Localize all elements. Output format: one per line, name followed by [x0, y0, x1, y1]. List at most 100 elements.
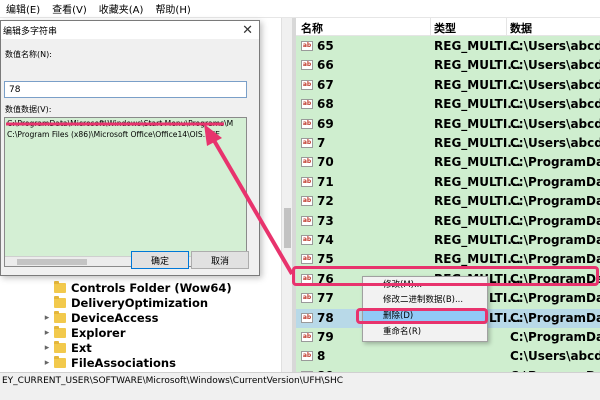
data-line: C:\Program Files (x86)\Microsoft Office\…	[7, 130, 220, 139]
chevron-right-icon[interactable]: ▸	[40, 358, 54, 368]
scrollbar-thumb[interactable]	[17, 259, 87, 265]
value-name: 69	[317, 116, 334, 131]
table-row[interactable]: ab 68 REG_MULTI...C:\Users\abcde\	[296, 95, 600, 114]
value-type: REG_MULTI...	[434, 77, 521, 92]
value-type: REG_MULTI...	[434, 136, 521, 150]
value-data: C:\Users\abcde\	[510, 58, 600, 73]
value-data: C:\ProgramData\	[510, 291, 600, 306]
menu-view[interactable]: 查看(V)	[46, 1, 93, 16]
tree-item-device-access[interactable]: ▸ DeviceAccess	[40, 310, 158, 325]
menu-edit[interactable]: 编辑(E)	[0, 1, 46, 16]
value-name: 7	[317, 136, 326, 150]
string-value-icon: ab	[301, 196, 313, 207]
value-data: C:\Users\abcde\	[510, 136, 600, 150]
tree-item-delivery-optimization[interactable]: DeliveryOptimization	[40, 295, 208, 310]
tree-item-label: Explorer	[71, 325, 126, 340]
value-data: C:\Users\abcde\	[510, 39, 600, 53]
tree-item-explorer[interactable]: ▸ Explorer	[40, 325, 126, 340]
value-data: C:\ProgramData\	[510, 252, 600, 267]
tree-item-label: Controls Folder (Wow64)	[71, 280, 232, 295]
value-data: C:\ProgramData\	[510, 213, 600, 228]
tree-item-label: Ext	[71, 340, 92, 355]
string-value-icon: ab	[301, 157, 313, 168]
string-value-icon: ab	[301, 312, 313, 323]
table-row[interactable]: ab 70 REG_MULTI...C:\ProgramData\	[296, 153, 600, 172]
column-header-type[interactable]: 类型	[434, 20, 456, 36]
chevron-right-icon[interactable]: ▸	[40, 313, 54, 323]
value-data: C:\ProgramData\	[510, 330, 600, 344]
edit-multi-string-dialog: 编辑多字符串 ✕ 数值名称(N): 数值数据(V): C:\ProgramDat…	[0, 20, 260, 276]
column-divider[interactable]	[506, 18, 507, 36]
menu-favorites[interactable]: 收藏夹(A)	[93, 1, 150, 16]
value-data: C:\Users\abcde\	[510, 97, 600, 112]
value-name: 8	[317, 349, 326, 364]
value-name-field[interactable]	[4, 81, 247, 98]
string-value-icon: ab	[301, 293, 313, 304]
column-divider[interactable]	[430, 18, 431, 36]
value-data: C:\Users\abcde\	[510, 116, 600, 131]
value-type: REG_MULTI...	[434, 39, 521, 53]
table-row[interactable]: ab 74 REG_MULTI...C:\ProgramData\	[296, 231, 600, 250]
ok-button[interactable]: 确定	[131, 251, 189, 269]
value-type: REG_MULTI...	[434, 233, 521, 247]
table-row[interactable]: ab 71 REG_MULTI...C:\ProgramData\	[296, 173, 600, 192]
tree-scrollbar[interactable]	[281, 18, 292, 372]
value-name: 72	[317, 194, 334, 209]
table-row[interactable]: ab 65 REG_MULTI...C:\Users\abcde\	[296, 37, 600, 56]
table-row[interactable]: ab 67 REG_MULTI...C:\Users\abcde\	[296, 76, 600, 95]
string-value-icon: ab	[301, 176, 313, 187]
string-value-icon: ab	[301, 254, 313, 265]
table-row[interactable]: ab 69 REG_MULTI...C:\Users\abcde\	[296, 115, 600, 134]
dialog-title: 编辑多字符串	[3, 26, 58, 37]
value-name: 74	[317, 233, 334, 247]
cancel-button[interactable]: 取消	[191, 251, 249, 269]
table-row[interactable]: ab 72 REG_MULTI...C:\ProgramData\	[296, 192, 600, 211]
value-data: C:\Users\abcde\	[510, 349, 600, 364]
value-type: REG_MULTI...	[434, 58, 521, 73]
value-type: REG_MULTI...	[434, 194, 521, 209]
tree-item-ext[interactable]: ▸ Ext	[40, 340, 92, 355]
value-name: 71	[317, 174, 334, 189]
value-name: 78	[317, 310, 334, 325]
table-row[interactable]: ab 7 REG_MULTI...C:\Users\abcde\	[296, 134, 600, 153]
value-type: REG_MULTI...	[434, 155, 521, 170]
string-value-icon: ab	[301, 332, 313, 342]
string-value-icon: ab	[301, 351, 313, 362]
status-bar-path: EY_CURRENT_USER\SOFTWARE\Microsoft\Windo…	[0, 372, 600, 400]
value-name: 75	[317, 252, 334, 267]
menu-item-modify-binary[interactable]: 修改二进制数据(B)...	[363, 293, 487, 308]
string-value-icon: ab	[301, 235, 313, 245]
table-row[interactable]: ab 73 REG_MULTI...C:\ProgramData\	[296, 212, 600, 231]
annotation-highlight-delete	[356, 308, 488, 324]
dialog-titlebar[interactable]: 编辑多字符串 ✕	[1, 21, 259, 39]
string-value-icon: ab	[301, 138, 313, 148]
tree-item-label: DeviceAccess	[71, 310, 159, 325]
value-name-label: 数值名称(N):	[5, 50, 52, 59]
value-type: REG_MULTI...	[434, 252, 521, 267]
close-icon[interactable]: ✕	[242, 23, 253, 38]
string-value-icon: ab	[301, 99, 313, 110]
folder-icon	[54, 355, 66, 368]
tree-item-file-associations[interactable]: ▸ FileAssociations	[40, 355, 176, 370]
string-value-icon: ab	[301, 215, 313, 226]
column-header-data[interactable]: 数据	[510, 20, 532, 36]
tree-scrollbar-thumb[interactable]	[284, 208, 291, 248]
menu-item-rename[interactable]: 重命名(R)	[363, 325, 487, 340]
value-data-textarea[interactable]: C:\ProgramData\Microsoft\Windows\Start M…	[4, 117, 247, 267]
value-data: C:\ProgramData\	[510, 310, 600, 325]
value-data-label: 数值数据(V):	[5, 105, 52, 114]
value-data: C:\ProgramData\	[510, 194, 600, 209]
chevron-right-icon[interactable]: ▸	[40, 328, 54, 338]
value-name: 70	[317, 155, 334, 170]
string-value-icon: ab	[301, 60, 313, 71]
value-data: C:\ProgramData\	[510, 233, 600, 247]
tree-item-controls-folder[interactable]: Controls Folder (Wow64)	[40, 280, 232, 295]
folder-icon	[54, 325, 66, 338]
annotation-highlight-row	[292, 266, 599, 286]
tree-item-label: FileAssociations	[71, 355, 176, 370]
table-row[interactable]: ab 66 REG_MULTI...C:\Users\abcde\	[296, 56, 600, 75]
table-row[interactable]: ab 8 C:\Users\abcde\	[296, 347, 600, 366]
column-header-name[interactable]: 名称	[301, 20, 323, 36]
chevron-right-icon[interactable]: ▸	[40, 343, 54, 353]
menu-help[interactable]: 帮助(H)	[149, 1, 196, 16]
